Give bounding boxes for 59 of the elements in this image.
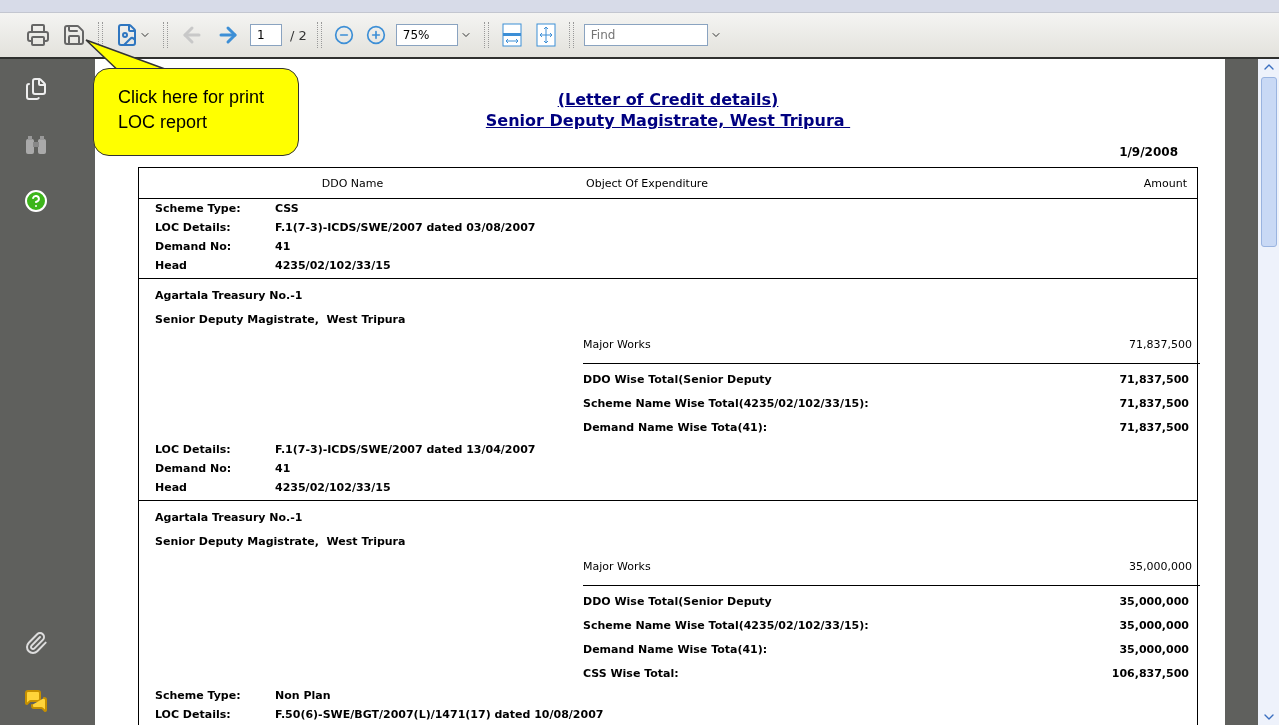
field-value: F.1(7-3)-ICDS/SWE/2007 dated 13/04/2007	[275, 442, 537, 458]
field-label: Head	[155, 480, 188, 496]
total-amount: 106,837,500	[1111, 666, 1189, 682]
print-button[interactable]	[24, 21, 52, 49]
field-value: 4235/02/102/33/15	[275, 480, 392, 496]
expenditure-amount: 35,000,000	[1129, 559, 1192, 575]
page-total: / 2	[290, 27, 307, 43]
total-label: Demand Name Wise Tota(41):	[583, 420, 768, 436]
office-name: Senior Deputy Magistrate, West Tripura	[154, 534, 407, 550]
expenditure-object: Major Works	[583, 559, 651, 575]
total-amount: 71,837,500	[1119, 372, 1189, 388]
total-label: DDO Wise Total(Senior Deputy	[583, 594, 772, 610]
binoculars-icon[interactable]	[25, 135, 47, 155]
treasury-name: Agartala Treasury No.-1	[154, 288, 304, 304]
column-header: Object Of Expenditure	[585, 176, 709, 190]
field-label: Head	[155, 258, 188, 274]
column-header: Amount	[1142, 176, 1188, 190]
total-amount: 71,837,500	[1119, 396, 1189, 412]
total-label: Scheme Name Wise Total(4235/02/102/33/15):	[583, 396, 869, 412]
field-label: LOC Details:	[155, 442, 232, 458]
find-field[interactable]: Find	[583, 24, 708, 46]
total-label: Scheme Name Wise Total(4235/02/102/33/15):	[583, 618, 869, 634]
field-value: CSS	[275, 201, 300, 217]
page-number-field[interactable]: 1	[250, 24, 282, 46]
field-label: Scheme Type:	[155, 201, 242, 217]
document-icon	[115, 23, 139, 47]
expenditure-amount: 71,837,500	[1129, 337, 1192, 353]
zoom-field[interactable]: 75%	[395, 24, 458, 46]
field-value: 4235/02/102/33/15	[275, 258, 392, 274]
field-value: F.1(7-3)-ICDS/SWE/2007 dated 03/08/2007	[275, 220, 537, 236]
total-amount: 35,000,000	[1119, 642, 1189, 658]
field-label: Demand No:	[155, 239, 233, 255]
total-label: Demand Name Wise Tota(41):	[583, 642, 768, 658]
field-label: LOC Details:	[155, 707, 232, 723]
field-value: F.50(6)-SWE/BGT/2007(L)/1471(17) dated 10/08/2007	[275, 707, 605, 723]
total-label: CSS Wise Total:	[583, 666, 679, 682]
field-value: 41	[275, 461, 292, 477]
report-title: Senior Deputy Magistrate, West Tripura	[485, 110, 846, 131]
report-title: (Letter of Credit details)	[557, 89, 779, 110]
field-label: Demand No:	[155, 461, 233, 477]
expenditure-object: Major Works	[583, 337, 651, 353]
treasury-name: Agartala Treasury No.-1	[154, 510, 304, 526]
field-value: Non Plan	[275, 688, 332, 704]
pages-icon[interactable]	[24, 77, 48, 101]
total-label: DDO Wise Total(Senior Deputy	[583, 372, 772, 388]
report-date: 1/9/2008	[1118, 145, 1178, 159]
column-header: DDO Name	[320, 176, 385, 190]
scrollbar[interactable]	[1258, 59, 1279, 725]
total-amount: 35,000,000	[1119, 618, 1189, 634]
help-icon[interactable]	[24, 189, 48, 213]
field-value: 41	[275, 239, 292, 255]
total-amount: 35,000,000	[1119, 594, 1189, 610]
field-label: LOC Details:	[155, 220, 232, 236]
comments-icon[interactable]	[24, 689, 48, 713]
office-name: Senior Deputy Magistrate, West Tripura	[154, 312, 407, 328]
field-label: Scheme Type:	[155, 688, 242, 704]
paperclip-icon[interactable]	[24, 631, 48, 655]
total-amount: 71,837,500	[1119, 420, 1189, 436]
scrollbar-thumb[interactable]	[1260, 77, 1277, 247]
